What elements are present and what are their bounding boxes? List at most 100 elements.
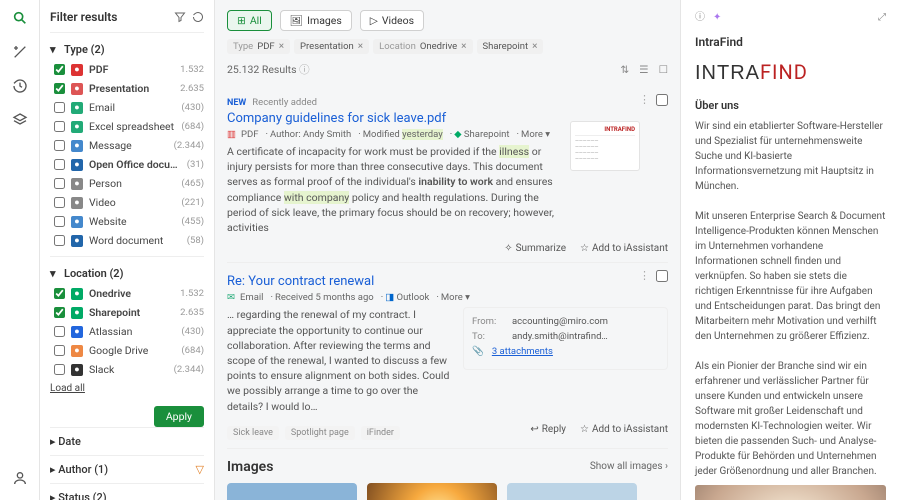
sparkle-icon[interactable]: ✦ [713, 10, 721, 25]
facet-row[interactable]: ●Word document(58) [54, 231, 204, 250]
image-thumbnail[interactable] [227, 483, 357, 500]
facet-row[interactable]: ●Website(455) [54, 212, 204, 231]
video-icon: ● [71, 197, 83, 209]
facet-row[interactable]: ●Onedrive1.532 [54, 284, 204, 303]
tools-icon[interactable] [12, 44, 28, 60]
chip-remove-icon[interactable]: × [461, 41, 466, 52]
search-icon[interactable] [12, 10, 28, 26]
facet-checkbox[interactable] [54, 326, 65, 337]
result-item: ⋮ Re: Your contract renewal ✉Email Recei… [227, 263, 668, 449]
more-dropdown[interactable]: More ▾ [515, 129, 551, 140]
summarize-button[interactable]: ✧ Summarize [504, 243, 566, 254]
chip-remove-icon[interactable]: × [279, 41, 284, 52]
add-assistant-button[interactable]: ☆ Add to iAssistant [580, 243, 668, 254]
facet-location: ▾ Location (2) ●Onedrive1.532●Sharepoint… [50, 256, 204, 400]
facet-row[interactable]: ●PDF1.532 [54, 60, 204, 79]
facet-checkbox[interactable] [54, 288, 65, 299]
facet-checkbox[interactable] [54, 140, 65, 151]
facet-row[interactable]: ●Video(221) [54, 193, 204, 212]
reply-button[interactable]: ↩ Reply [530, 424, 566, 435]
msg-icon: ● [71, 140, 83, 152]
layout-icon[interactable]: ☰ [639, 63, 648, 76]
tag[interactable]: iFinder [361, 426, 400, 440]
facet-row[interactable]: ●Email(430) [54, 98, 204, 117]
history-icon[interactable] [12, 78, 28, 94]
facet-collapsed[interactable]: ▸ Author (1)▽ [50, 455, 204, 483]
sort-icon[interactable]: ⇅ [620, 63, 629, 76]
chip-remove-icon[interactable]: × [358, 41, 363, 52]
chip-remove-icon[interactable]: × [532, 41, 537, 52]
result-thumbnail[interactable]: INTRAFIND———————————————————————— [570, 121, 640, 171]
info-icon[interactable]: ⓘ [695, 10, 705, 25]
info-icon[interactable]: ⓘ [299, 63, 310, 76]
tag[interactable]: Spotlight page [285, 426, 355, 440]
filter-reset-icon[interactable] [192, 11, 204, 23]
view-images-pill[interactable]: 🖼Images [280, 10, 352, 31]
attachment-icon: 📎 [472, 346, 484, 357]
facet-checkbox[interactable] [54, 345, 65, 356]
result-checkbox[interactable] [656, 270, 668, 282]
facet-checkbox[interactable] [54, 159, 65, 170]
more-icon[interactable]: ⋮ [639, 93, 650, 106]
facet-row[interactable]: ●Sharepoint2.635 [54, 303, 204, 322]
result-tags: Sick leave Spotlight page iFinder [227, 426, 400, 440]
facet-collapsed[interactable]: ▸ Date [50, 427, 204, 455]
person-icon: ● [71, 178, 83, 190]
facet-row[interactable]: ●Atlassian(430) [54, 322, 204, 341]
facet-checkbox[interactable] [54, 121, 65, 132]
facet-row[interactable]: ●Excel spreadsheet(684) [54, 117, 204, 136]
facet-checkbox[interactable] [54, 197, 65, 208]
filter-chip: Location Onedrive × [373, 39, 472, 54]
image-thumbnail[interactable] [367, 483, 497, 500]
image-thumbnail[interactable] [507, 483, 637, 500]
facet-checkbox[interactable] [54, 364, 65, 375]
sl-icon: ● [71, 364, 83, 376]
more-dropdown[interactable]: More ▾ [434, 292, 470, 303]
facet-checkbox[interactable] [54, 102, 65, 113]
result-checkbox[interactable] [656, 94, 668, 106]
select-icon[interactable]: ☐ [659, 63, 668, 76]
view-videos-pill[interactable]: ▷Videos [360, 10, 424, 31]
filter-title: Filter results [50, 10, 117, 24]
gd-icon: ● [71, 345, 83, 357]
result-meta: ✉Email Received 5 months ago ◨ Outlook M… [227, 292, 668, 303]
facet-row[interactable]: ●Open Office document(31) [54, 155, 204, 174]
view-all-pill[interactable]: ⊞All [227, 10, 272, 31]
images-row [227, 483, 668, 500]
facet-checkbox[interactable] [54, 307, 65, 318]
detail-image [695, 485, 886, 500]
facet-row[interactable]: ●Message(2.344) [54, 136, 204, 155]
tag[interactable]: Sick leave [227, 426, 279, 440]
nav-rail [0, 0, 40, 500]
facet-checkbox[interactable] [54, 216, 65, 227]
facet-row[interactable]: ●Slack(2.344) [54, 360, 204, 379]
filter-chip: Presentation × [294, 39, 369, 54]
facet-checkbox[interactable] [54, 235, 65, 246]
detail-panel: ⓘ✦ ⤢ IntraFind INTRAFIND Über uns Wir si… [680, 0, 900, 500]
outlook-icon: ◨ [385, 292, 394, 303]
apply-button[interactable]: Apply [154, 406, 204, 427]
facet-checkbox[interactable] [54, 64, 65, 75]
chevron-down-icon: ▾ [50, 267, 58, 280]
expand-icon[interactable]: ⤢ [878, 10, 886, 25]
add-assistant-button[interactable]: ☆ Add to iAssistant [580, 424, 668, 435]
facet-row[interactable]: ●Google Drive(684) [54, 341, 204, 360]
view-toolbar: ⊞All 🖼Images ▷Videos [227, 10, 668, 31]
filter-funnel-icon[interactable] [174, 11, 186, 23]
facet-type-toggle[interactable]: ▾ Type (2) [50, 39, 204, 60]
facet-checkbox[interactable] [54, 83, 65, 94]
facet-collapsed[interactable]: ▸ Status (2) [50, 483, 204, 500]
at-icon: ● [71, 326, 83, 338]
facet-location-toggle[interactable]: ▾ Location (2) [50, 263, 204, 284]
facet-checkbox[interactable] [54, 178, 65, 189]
facet-row[interactable]: ●Person(465) [54, 174, 204, 193]
attachments-link[interactable]: 3 attachments [492, 346, 553, 357]
user-icon[interactable] [12, 470, 28, 486]
result-title[interactable]: Re: Your contract renewal [227, 274, 668, 289]
layers-icon[interactable] [12, 112, 28, 128]
show-all-images-link[interactable]: Show all images › [590, 461, 668, 472]
mail-icon: ● [71, 102, 83, 114]
more-icon[interactable]: ⋮ [639, 269, 650, 282]
load-all-link[interactable]: Load all [50, 383, 204, 394]
facet-row[interactable]: ●Presentation2.635 [54, 79, 204, 98]
